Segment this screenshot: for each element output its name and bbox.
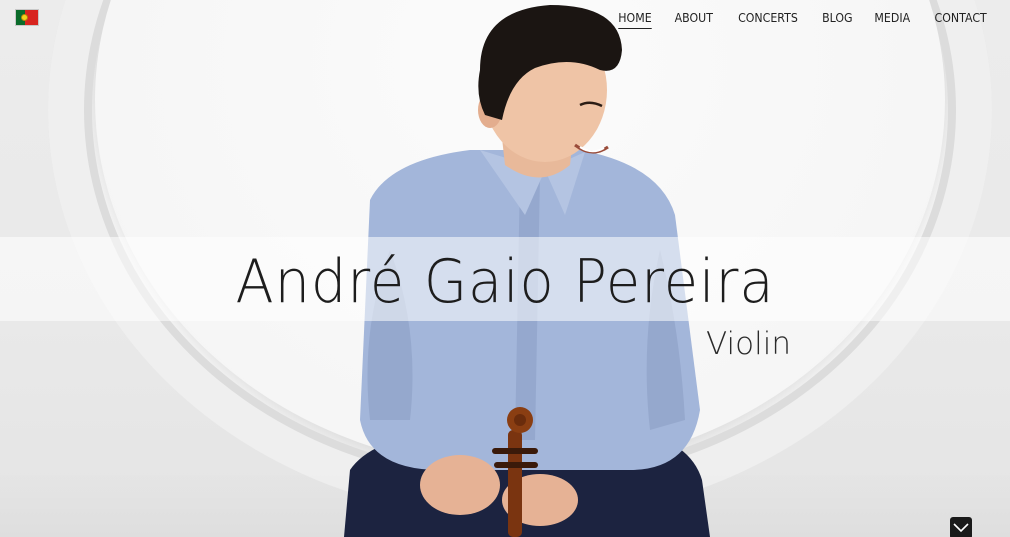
scroll-down-button[interactable] xyxy=(950,517,972,537)
nav-item-about[interactable]: ABOUT xyxy=(675,10,713,29)
nav-item-home[interactable]: HOME xyxy=(618,10,652,29)
hero-title: André Gaio Pereira xyxy=(235,247,775,317)
flag-emblem xyxy=(21,14,28,21)
portugal-flag-icon[interactable] xyxy=(15,9,39,26)
nav-item-media[interactable]: MEDIA xyxy=(875,10,911,29)
hero-section: HOME ABOUT CONCERTS BLOG MEDIA CONTACT A… xyxy=(0,0,1010,537)
nav-item-blog[interactable]: BLOG xyxy=(822,10,852,29)
main-nav: HOME ABOUT CONCERTS BLOG MEDIA CONTACT xyxy=(616,10,990,29)
nav-item-concerts[interactable]: CONCERTS xyxy=(738,10,798,29)
nav-item-contact[interactable]: CONTACT xyxy=(934,10,986,29)
flag-red-stripe xyxy=(21,10,38,25)
chevron-down-icon xyxy=(953,523,969,533)
hero-subtitle: Violin xyxy=(706,326,791,362)
